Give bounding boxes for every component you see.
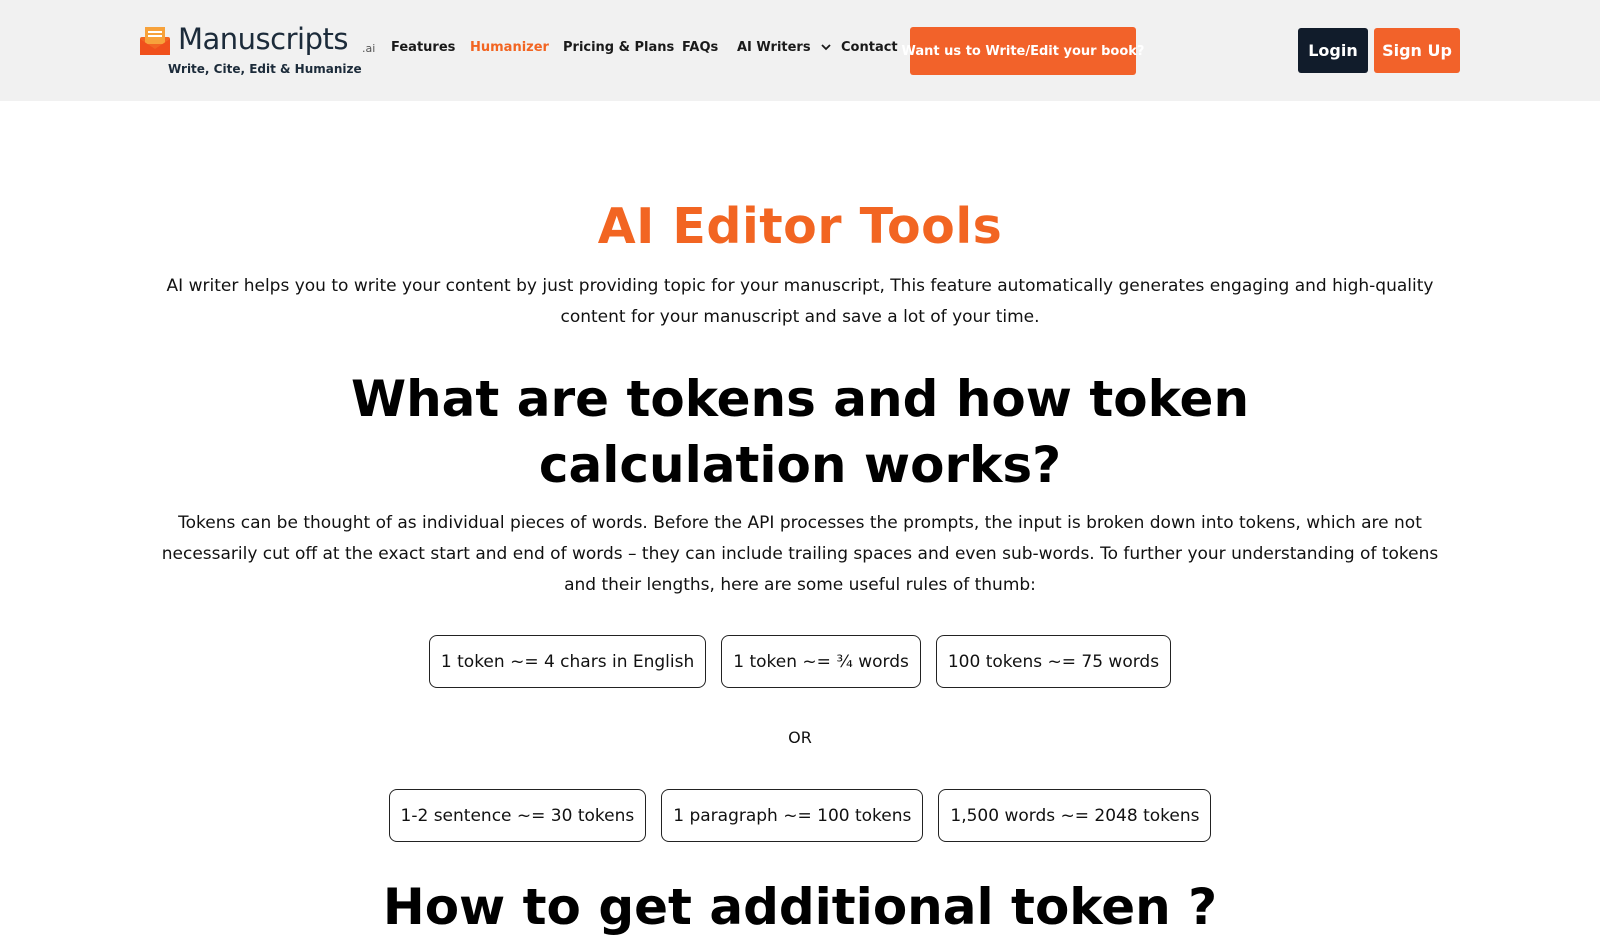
nav-item-humanizer[interactable]: Humanizer <box>470 40 549 55</box>
site-header: Manuscripts .ai Write, Cite, Edit & Huma… <box>0 0 1600 101</box>
open-envelope-icon <box>140 27 170 55</box>
rule-pill: 100 tokens ~= 75 words <box>935 635 1172 688</box>
tokens-heading: What are tokens and how token calculatio… <box>350 370 1250 494</box>
login-button[interactable]: Login <box>1298 28 1368 73</box>
tokens-paragraph: Tokens can be thought of as individual p… <box>161 513 1439 595</box>
additional-token-heading: How to get additional token ? <box>382 878 1218 936</box>
chevron-down-icon <box>821 40 831 55</box>
nav-item-features[interactable]: Features <box>391 40 455 55</box>
logo-suffix: .ai <box>362 42 376 55</box>
rule-pill: 1,500 words ~= 2048 tokens <box>938 789 1212 842</box>
nav-item-ai-writers[interactable]: AI Writers <box>737 40 831 55</box>
nav-item-ai-writers-label: AI Writers <box>737 40 811 55</box>
nav-item-pricing[interactable]: Pricing & Plans <box>563 40 674 55</box>
logo-name: Manuscripts <box>178 22 348 56</box>
page-title: AI Editor Tools <box>597 198 1003 255</box>
rule-pill: 1-2 sentence ~= 30 tokens <box>388 789 647 842</box>
nav-item-contact[interactable]: Contact <box>841 40 898 55</box>
rule-pill: 1 paragraph ~= 100 tokens <box>661 789 924 842</box>
nav-item-faqs[interactable]: FAQs <box>682 40 718 55</box>
logo-tagline: Write, Cite, Edit & Humanize <box>168 62 362 76</box>
rule-pill: 1 token ~= ¾ words <box>721 635 921 688</box>
signup-button[interactable]: Sign Up <box>1374 28 1460 73</box>
rule-pill: 1 token ~= 4 chars in English <box>428 635 707 688</box>
write-edit-book-button[interactable]: Want us to Write/Edit your book? <box>902 27 1144 75</box>
intro-paragraph: AI writer helps you to write your conten… <box>166 276 1434 327</box>
rules-row-2: 1-2 sentence ~= 30 tokens 1 paragraph ~=… <box>0 789 1600 842</box>
or-separator: OR <box>788 728 812 747</box>
site-logo[interactable]: Manuscripts .ai Write, Cite, Edit & Huma… <box>140 22 380 80</box>
rules-row-1: 1 token ~= 4 chars in English 1 token ~=… <box>0 635 1600 688</box>
